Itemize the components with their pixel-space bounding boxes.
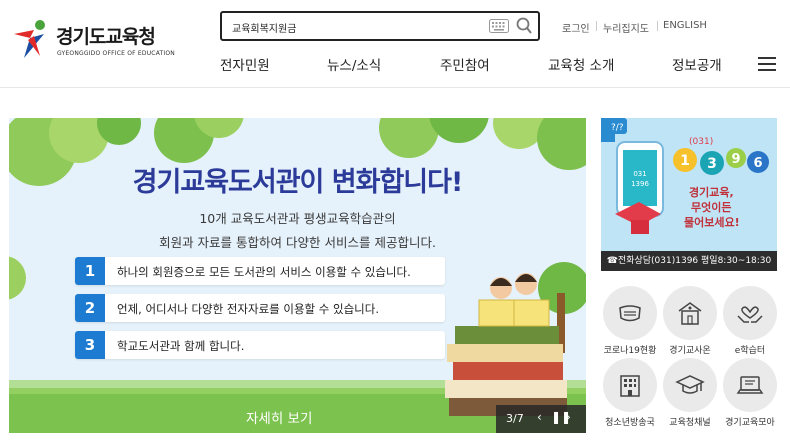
search-icon[interactable] <box>515 16 533 36</box>
banner-subtitle: 10개 교육도서관과 평생교육학습관의 <box>199 211 396 226</box>
search-box <box>220 11 540 41</box>
sitemap-link[interactable]: 누리집지도 <box>603 20 649 35</box>
quick-link-elearning[interactable] <box>723 286 777 340</box>
banner-subtitle: 회원과 자료를 통합하여 다양한 서비스를 제공합니다. <box>159 235 436 250</box>
call-line: 경기교육, <box>689 186 734 199</box>
call-center-banner[interactable]: ?/? 031 1396 1 3 9 6 (031) 경기교육, 무엇이든 물어… <box>601 118 777 271</box>
quick-link-label: 경기교사온 <box>669 346 711 356</box>
call-digit: 3 <box>707 156 717 172</box>
pager-count: 3/7 <box>506 412 524 425</box>
quick-link-label: 경기교육모아 <box>725 418 775 428</box>
mask-icon <box>619 305 641 322</box>
site-header: 경기도교육청 GYEONGGIDO OFFICE OF EDUCATION 로그… <box>0 0 790 88</box>
call-area-code: (031) <box>689 137 713 147</box>
graduation-cap-icon <box>675 375 705 394</box>
quick-link-label: 교육청채널 <box>669 418 711 428</box>
util-divider <box>657 21 658 31</box>
gnb-news[interactable]: 뉴스/소식 <box>327 54 381 74</box>
english-link[interactable]: ENGLISH <box>663 20 707 31</box>
feature-text: 언제, 어디서나 다양한 전자자료를 이용할 수 있습니다. <box>117 302 380 316</box>
quick-link-moa[interactable] <box>723 358 777 412</box>
bubble-text: ?/? <box>611 123 624 133</box>
banner-more-link[interactable]: 자세히 보기 <box>246 407 312 427</box>
feature-text: 학교도서관과 함께 합니다. <box>117 339 245 353</box>
keyboard-icon[interactable] <box>489 19 509 33</box>
call-digit: 1 <box>680 153 690 169</box>
feature-number: 2 <box>75 294 105 322</box>
quick-link-label: 청소년방송국 <box>605 418 655 428</box>
building-icon <box>620 375 640 397</box>
call-line: 무엇이든 <box>691 201 732 214</box>
quick-link-teacher[interactable] <box>663 286 717 340</box>
call-digit: 6 <box>753 156 762 171</box>
gnb-info-disclosure[interactable]: 정보공개 <box>672 54 722 74</box>
laptop-icon <box>736 376 764 394</box>
menu-icon[interactable] <box>758 57 776 71</box>
quick-link-youth[interactable] <box>603 358 657 412</box>
gnb-civil-service[interactable]: 전자민원 <box>220 54 270 74</box>
phone-screen-number: 1396 <box>631 180 649 188</box>
school-icon <box>678 302 702 325</box>
quick-link-covid[interactable] <box>603 286 657 340</box>
call-digit: 9 <box>731 152 740 167</box>
quick-link-label: e학습터 <box>734 346 766 356</box>
next-icon[interactable]: › <box>566 410 571 424</box>
feature-item: 2 언제, 어디서나 다양한 전자자료를 이용할 수 있습니다. <box>75 294 445 322</box>
feature-number: 3 <box>75 331 105 359</box>
phone-screen-area: 031 <box>633 170 646 178</box>
prev-icon[interactable]: ‹ <box>537 410 542 424</box>
quick-link-channel[interactable] <box>663 358 717 412</box>
gnb-about[interactable]: 교육청 소개 <box>548 54 614 74</box>
logo-subtitle: GYEONGGIDO OFFICE OF EDUCATION <box>57 50 175 57</box>
feature-item: 1 하나의 회원증으로 모든 도서관의 서비스 이용할 수 있습니다. <box>75 257 445 285</box>
logo-mark-icon <box>14 20 45 58</box>
banner-pager: 3/7 ‹ ❚❚ › <box>496 405 586 433</box>
util-divider <box>596 21 597 31</box>
quick-link-label: 코로나19현황 <box>603 346 657 356</box>
banner-title: 경기교육도서관이 변화합니다! <box>132 167 464 198</box>
logo-title: 경기도교육청 <box>56 26 156 48</box>
login-link[interactable]: 로그인 <box>562 20 590 35</box>
call-footer: ☎전화상담(031)1396 평일8:30~18:30 <box>601 251 777 271</box>
logo[interactable]: 경기도교육청 GYEONGGIDO OFFICE OF EDUCATION <box>10 16 180 64</box>
feature-text: 하나의 회원증으로 모든 도서관의 서비스 이용할 수 있습니다. <box>117 265 411 279</box>
feature-number: 1 <box>75 257 105 285</box>
feature-item: 3 학교도서관과 함께 합니다. <box>75 331 445 359</box>
hands-heart-icon <box>737 306 763 323</box>
search-input[interactable] <box>232 18 482 36</box>
call-line: 물어보세요! <box>684 216 740 229</box>
gnb-participation[interactable]: 주민참여 <box>440 54 490 74</box>
main-banner[interactable]: 경기교육도서관이 변화합니다! 10개 교육도서관과 평생교육학습관의 회원과 … <box>9 118 586 433</box>
